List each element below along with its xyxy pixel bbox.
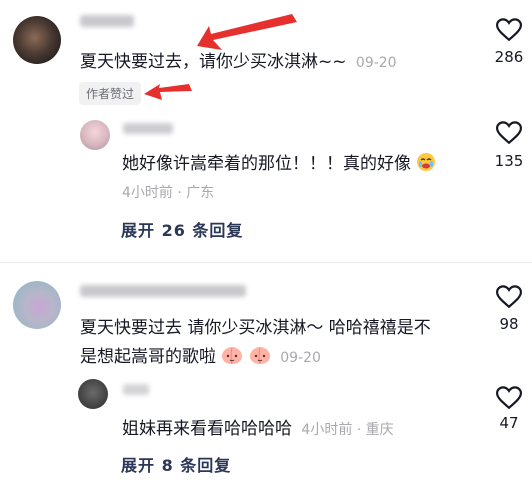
like-button[interactable] — [495, 285, 523, 313]
comment-time: 09-20 — [355, 55, 397, 71]
like-count: 98 — [499, 315, 519, 333]
like-count: 135 — [494, 152, 524, 170]
comment-text: 夏天快要过去 请你少买冰淇淋～ 哈哈禧禧是不 — [80, 318, 431, 338]
avatar[interactable] — [80, 120, 110, 150]
reply-time-location: 4小时前 · 广东 — [122, 185, 215, 201]
like-button[interactable] — [495, 121, 523, 149]
crying-face-icon — [416, 152, 436, 177]
comment-text: 是想起嵩哥的歌啦 09-20 — [80, 342, 321, 370]
avatar[interactable] — [13, 281, 61, 329]
author-liked-badge: 作者赞过 — [79, 82, 142, 105]
reply-text: 她好像许嵩牵着的那位！！！真的好像 — [122, 149, 436, 177]
avatar[interactable] — [78, 379, 108, 409]
reply-text: 姐妹再来看看哈哈哈哈 4小时前 · 重庆 — [122, 419, 394, 439]
peach-face-icon — [249, 345, 271, 370]
like-button[interactable] — [495, 386, 523, 414]
divider — [0, 262, 532, 263]
comment-time: 09-20 — [280, 350, 321, 366]
peach-face-icon — [221, 345, 243, 370]
username-blurred[interactable] — [80, 285, 246, 297]
avatar[interactable] — [13, 16, 61, 64]
username-blurred[interactable] — [80, 15, 134, 27]
username-blurred[interactable] — [123, 123, 173, 134]
like-button[interactable] — [495, 18, 523, 46]
expand-replies-button[interactable]: 展开 26 条回复 — [121, 217, 243, 241]
expand-replies-button[interactable]: 展开 8 条回复 — [121, 452, 231, 476]
username-blurred[interactable] — [123, 384, 149, 395]
like-count: 286 — [494, 48, 524, 66]
like-count: 47 — [499, 414, 519, 432]
reply-time-location: 4小时前 · 重庆 — [301, 422, 394, 438]
comment-text: 夏天快要过去，请你少买冰淇淋~~ 09-20 — [80, 52, 397, 72]
